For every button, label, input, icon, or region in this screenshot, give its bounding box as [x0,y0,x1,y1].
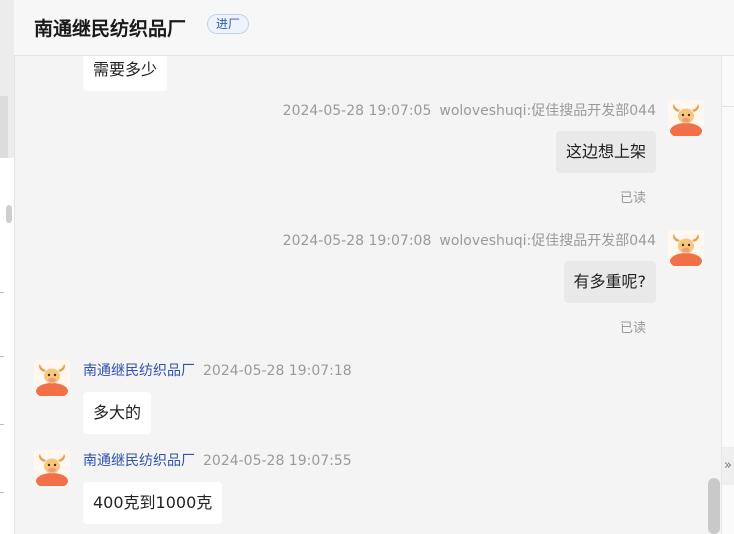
avatar-other [34,450,70,486]
bull-mascot-icon [34,450,70,486]
avatar-self [668,100,704,136]
message-meta: 2024-05-28 19:07:05 woloveshuqi:促佳搜品开发部04… [283,100,656,120]
message-sender: woloveshuqi:促佳搜品开发部044 [439,233,656,249]
message-time: 2024-05-28 19:07:05 [282,103,432,119]
message-time: 2024-05-28 19:07:55 [203,453,352,469]
bull-mascot-icon [668,230,704,266]
read-status: 已读 [619,191,646,206]
right-panel-divider [722,106,734,107]
chat-header: 南通继民纺织品厂 进厂 [14,0,734,56]
chat-message-list[interactable]: 需要多少 2024-05-28 19:07:05 woloveshuqi:促佳搜品… [14,56,722,534]
left-panel-divider [0,292,4,293]
message-sender[interactable]: 南通继民纺织品厂 [83,453,195,469]
expand-panel-button[interactable]: » [722,447,734,485]
double-chevron-right-icon: » [724,458,732,473]
message-meta: 南通继民纺织品厂 2024-05-28 19:07:55 [83,450,352,470]
chat-scrollbar-thumb[interactable] [708,478,720,534]
avatar-other [34,360,70,396]
message-bubble-self: 有多重呢? [563,261,656,303]
left-panel-block-selected [0,96,8,158]
left-panel-divider [0,424,4,425]
message-meta: 2024-05-28 19:07:08 woloveshuqi:促佳搜品开发部04… [283,230,656,250]
enter-factory-badge[interactable]: 进厂 [207,14,250,34]
bull-mascot-icon [668,100,704,136]
message-time: 2024-05-28 19:07:18 [203,363,352,379]
read-status: 已读 [619,321,646,336]
message-time: 2024-05-28 19:07:08 [282,233,432,249]
message-bubble-other: 多大的 [83,392,152,434]
message-bubble-self: 这边想上架 [555,131,656,173]
left-panel-scrollbar[interactable] [6,205,12,223]
left-panel-divider [0,492,4,493]
left-background-panel [0,0,15,534]
message-sender[interactable]: 南通继民纺织品厂 [83,363,195,379]
chat-title: 南通继民纺织品厂 [34,18,187,40]
message-bubble-other: 需要多少 [83,56,168,91]
message-bubble-other: 400克到1000克 [83,482,223,524]
left-panel-divider [0,356,4,357]
message-meta: 南通继民纺织品厂 2024-05-28 19:07:18 [83,360,352,380]
avatar-self [668,230,704,266]
message-sender: woloveshuqi:促佳搜品开发部044 [439,103,656,119]
bull-mascot-icon [34,360,70,396]
